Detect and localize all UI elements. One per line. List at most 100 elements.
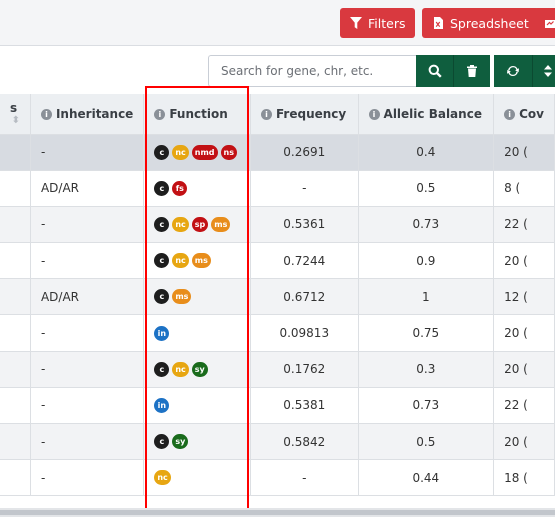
column-header-function-label: Function bbox=[169, 106, 228, 121]
clear-search-button[interactable] bbox=[453, 55, 490, 87]
partial-cell bbox=[0, 134, 31, 171]
function-badge-nc[interactable]: nc bbox=[172, 253, 189, 269]
coverage-cell: 8 ( bbox=[493, 170, 555, 207]
column-header-inheritance[interactable]: i Inheritance bbox=[30, 94, 145, 135]
search-input[interactable] bbox=[208, 55, 416, 87]
partial-cell bbox=[0, 170, 31, 207]
function-badge-ms[interactable]: ms bbox=[191, 253, 211, 269]
variants-table: s ⬍ i Inheritance i Function i Frequency iA… bbox=[0, 94, 555, 497]
scrollbar-thumb[interactable] bbox=[0, 510, 555, 515]
top-toolbar: Filters Spreadsheet bbox=[0, 0, 555, 46]
table-row[interactable]: - nc -0.44 18 ( bbox=[0, 459, 555, 497]
function-badge-sp[interactable]: sp bbox=[191, 216, 209, 232]
function-badge-c[interactable]: c bbox=[154, 144, 170, 160]
allelic-balance-cell: 0.75 bbox=[358, 314, 495, 352]
frequency-cell: - bbox=[250, 170, 359, 207]
function-cell: c nc nmd ns bbox=[143, 134, 251, 171]
search-button[interactable] bbox=[416, 55, 453, 87]
filter-icon bbox=[350, 17, 362, 29]
info-icon: i bbox=[504, 108, 516, 120]
table-row[interactable]: - in 0.5381 0.73 22 ( bbox=[0, 387, 555, 425]
refresh-button[interactable] bbox=[494, 55, 532, 87]
coverage-cell: 20 ( bbox=[493, 351, 555, 388]
column-header-coverage[interactable]: i Cov bbox=[493, 94, 555, 135]
table-row[interactable]: - c nc nmd ns 0.2691 0.4 20 ( bbox=[0, 134, 555, 171]
allelic-balance-cell: 0.4 bbox=[358, 134, 495, 171]
coverage-cell: 20 ( bbox=[493, 242, 555, 280]
table-row[interactable]: - c sy 0.5842 0.5 20 ( bbox=[0, 423, 555, 461]
spreadsheet-button[interactable]: Spreadsheet bbox=[422, 8, 539, 38]
frequency-cell: 0.09813 bbox=[250, 314, 359, 352]
coverage-value: 22 ( bbox=[504, 217, 528, 232]
function-badge-c[interactable]: c bbox=[154, 434, 170, 450]
inheritance-cell: - bbox=[30, 206, 145, 244]
sort-arrows-icon: ⬍ bbox=[11, 115, 20, 127]
function-cell: c nc sy bbox=[143, 351, 251, 388]
function-badge-sy[interactable]: sy bbox=[191, 361, 208, 377]
frequency-cell: - bbox=[250, 459, 359, 497]
coverage-cell: 20 ( bbox=[493, 423, 555, 461]
filters-button[interactable]: Filters bbox=[340, 8, 416, 38]
function-badge-ns[interactable]: ns bbox=[220, 144, 237, 160]
frequency-cell: 0.5361 bbox=[250, 206, 359, 244]
export-button[interactable] bbox=[534, 8, 555, 38]
function-badge-in[interactable]: in bbox=[154, 325, 170, 341]
function-badge-c[interactable]: c bbox=[154, 216, 170, 232]
frequency-cell: 0.5842 bbox=[250, 423, 359, 461]
table-row[interactable]: - c nc ms 0.7244 0.9 20 ( bbox=[0, 242, 555, 280]
trash-icon bbox=[467, 65, 477, 77]
coverage-cell: 22 ( bbox=[493, 387, 555, 425]
sort-button[interactable] bbox=[532, 55, 555, 87]
column-header-allelic-balance[interactable]: i Allelic Balance bbox=[358, 94, 495, 135]
coverage-cell: 12 ( bbox=[493, 278, 555, 316]
coverage-cell: 20 ( bbox=[493, 134, 555, 171]
allelic-balance-cell: 0.9 bbox=[358, 242, 495, 280]
inheritance-cell: - bbox=[30, 242, 145, 280]
table-row[interactable]: - c nc sy 0.1762 0.3 20 ( bbox=[0, 351, 555, 388]
function-badge-ms[interactable]: ms bbox=[172, 289, 192, 305]
frequency-cell: 0.2691 bbox=[250, 134, 359, 171]
function-badge-nc[interactable]: nc bbox=[172, 216, 189, 232]
partial-cell bbox=[0, 314, 31, 352]
column-header-function[interactable]: i Function bbox=[143, 94, 251, 135]
inheritance-cell: AD/AR bbox=[30, 170, 145, 207]
allelic-balance-cell: 0.5 bbox=[358, 170, 495, 207]
function-badge-ms[interactable]: ms bbox=[211, 216, 231, 232]
frequency-cell: 0.7244 bbox=[250, 242, 359, 280]
table-row[interactable]: AD/AR c fs -0.5 8 ( bbox=[0, 170, 555, 207]
table-row[interactable]: - in 0.09813 0.75 20 ( bbox=[0, 314, 555, 352]
inheritance-cell: AD/AR bbox=[30, 278, 145, 316]
function-badge-c[interactable]: c bbox=[154, 289, 170, 305]
function-badge-nc[interactable]: nc bbox=[172, 144, 189, 160]
partial-cell bbox=[0, 278, 31, 316]
function-cell: in bbox=[143, 314, 251, 352]
spreadsheet-button-label: Spreadsheet bbox=[450, 15, 529, 31]
info-icon: i bbox=[368, 108, 380, 120]
coverage-value: 18 ( bbox=[504, 470, 528, 485]
allelic-balance-cell: 0.3 bbox=[358, 351, 495, 388]
column-header-partial[interactable]: s ⬍ bbox=[0, 94, 31, 135]
column-header-frequency-label: Frequency bbox=[276, 106, 347, 121]
info-icon: i bbox=[40, 108, 52, 120]
table-row[interactable]: AD/AR c ms 0.6712 1 12 ( bbox=[0, 278, 555, 316]
partial-cell bbox=[0, 459, 31, 497]
function-badge-c[interactable]: c bbox=[154, 361, 170, 377]
function-badge-in[interactable]: in bbox=[154, 397, 170, 413]
table-row[interactable]: - c nc sp ms 0.5361 0.73 22 ( bbox=[0, 206, 555, 244]
horizontal-scrollbar[interactable] bbox=[0, 508, 555, 517]
function-badge-fs[interactable]: fs bbox=[172, 180, 188, 196]
partial-cell bbox=[0, 423, 31, 461]
function-badge-c[interactable]: c bbox=[154, 180, 170, 196]
partial-cell bbox=[0, 387, 31, 425]
allelic-balance-cell: 0.5 bbox=[358, 423, 495, 461]
allelic-balance-cell: 0.73 bbox=[358, 206, 495, 244]
function-badge-c[interactable]: c bbox=[154, 253, 170, 269]
function-badge-nc[interactable]: nc bbox=[172, 361, 189, 377]
function-badge-nc[interactable]: nc bbox=[154, 470, 171, 486]
inheritance-cell: - bbox=[30, 387, 145, 425]
function-badge-nmd[interactable]: nmd bbox=[191, 144, 218, 160]
function-badge-sy[interactable]: sy bbox=[172, 434, 189, 450]
column-header-frequency[interactable]: i Frequency bbox=[250, 94, 359, 135]
function-cell: c nc sp ms bbox=[143, 206, 251, 244]
info-icon: i bbox=[261, 108, 272, 120]
